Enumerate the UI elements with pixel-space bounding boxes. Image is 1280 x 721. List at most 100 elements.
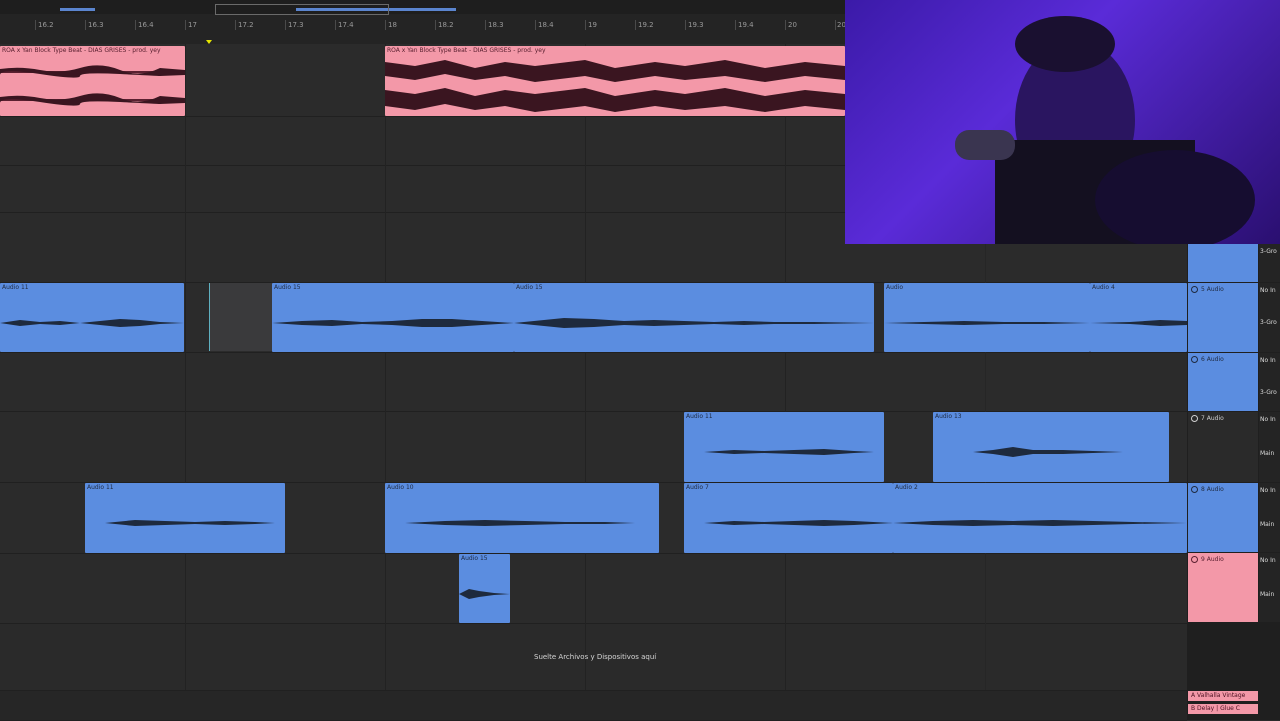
webcam-overlay <box>845 0 1280 244</box>
audio-clip[interactable]: Audio <box>884 283 1090 352</box>
tick-label: 18.3 <box>488 21 504 29</box>
tick-label: 19 <box>588 21 597 29</box>
track-headers: 3-Gro 5 Audio No In 3-Gro 6 Audio No In … <box>1187 244 1280 720</box>
audio-clip[interactable]: Audio 11 <box>85 483 285 553</box>
clip-name: Audio 13 <box>935 413 962 420</box>
arrangement-overview[interactable] <box>0 0 845 15</box>
audio-clip[interactable]: Audio 11 <box>684 412 884 482</box>
audio-clip[interactable]: Audio 7 <box>684 483 893 553</box>
tick-mark <box>685 20 686 30</box>
waveform <box>405 520 635 526</box>
tick-label: 16.4 <box>138 21 154 29</box>
track-name: 5 Audio <box>1191 286 1224 293</box>
grid-line <box>585 44 586 690</box>
time-selection <box>210 283 272 351</box>
overview-clip <box>60 8 95 11</box>
clip-name: Audio 11 <box>87 484 114 491</box>
audio-clip[interactable]: Audio 11 <box>0 283 184 352</box>
fold-icon[interactable] <box>1191 286 1198 293</box>
track-name: 7 Audio <box>1191 415 1224 422</box>
track-output[interactable]: Main <box>1260 450 1274 457</box>
tick-label: 19.3 <box>688 21 704 29</box>
fold-icon[interactable] <box>1191 356 1198 363</box>
track-io[interactable]: No In Main <box>1259 483 1280 552</box>
grid-line <box>785 44 786 690</box>
fold-icon[interactable] <box>1191 556 1198 563</box>
tick-mark <box>535 20 536 30</box>
clip-name: Audio 10 <box>387 484 414 491</box>
waveform <box>1090 320 1187 326</box>
track-output[interactable]: 3-Gro <box>1260 248 1277 255</box>
track-io[interactable]: No In 3-Gro <box>1259 353 1280 411</box>
clip-name: Audio 11 <box>686 413 713 420</box>
tick-mark <box>635 20 636 30</box>
audio-clip[interactable]: Audio 15 <box>272 283 514 352</box>
tick-label: 17.2 <box>238 21 254 29</box>
tick-mark <box>585 20 586 30</box>
track-input[interactable]: No In <box>1260 557 1276 564</box>
track-input[interactable]: No In <box>1260 416 1276 423</box>
track-io[interactable]: No In Main <box>1259 553 1280 622</box>
audio-clip[interactable]: Audio 10 <box>385 483 659 553</box>
tick-label: 19.2 <box>638 21 654 29</box>
tick-label: 19.4 <box>738 21 754 29</box>
waveform <box>385 60 845 112</box>
tick-mark <box>435 20 436 30</box>
track-output[interactable]: Main <box>1260 591 1274 598</box>
track-header-6[interactable]: 6 Audio <box>1188 353 1258 411</box>
track-io[interactable]: No In Main <box>1259 412 1280 482</box>
group-track-header[interactable] <box>1188 244 1258 282</box>
audio-clip[interactable]: Audio 2 <box>893 483 1187 553</box>
track-name-text: 5 Audio <box>1201 286 1224 293</box>
track-name-text: 8 Audio <box>1201 486 1224 493</box>
streamer-video <box>955 16 1255 244</box>
tick-label: 18.2 <box>438 21 454 29</box>
track-io[interactable]: No In 3-Gro <box>1259 283 1280 352</box>
audio-clip[interactable]: Audio 13 <box>933 412 1169 482</box>
return-track-b[interactable]: B Delay | Glue C <box>1188 704 1258 714</box>
tick-mark <box>235 20 236 30</box>
track-header-8[interactable]: 8 Audio <box>1188 483 1258 552</box>
track-output[interactable]: 3-Gro <box>1260 319 1277 326</box>
tick-mark <box>35 20 36 30</box>
track-header-5[interactable]: 5 Audio <box>1188 283 1258 352</box>
tick-mark <box>85 20 86 30</box>
waveform <box>459 589 510 599</box>
return-track-a[interactable]: A Valhalla Vintage <box>1188 691 1258 701</box>
tick-mark <box>835 20 836 30</box>
track-input[interactable]: No In <box>1260 487 1276 494</box>
track-name: 8 Audio <box>1191 486 1224 493</box>
fold-icon[interactable] <box>1191 486 1198 493</box>
playhead[interactable] <box>209 283 210 351</box>
clip-name: Audio 11 <box>2 284 29 291</box>
audio-clip[interactable]: Audio 15 <box>459 554 510 623</box>
waveform <box>704 520 893 526</box>
waveform <box>0 319 184 327</box>
track-name: 9 Audio <box>1191 556 1224 563</box>
audio-clip[interactable]: Audio 15 <box>514 283 874 352</box>
track-lane-6[interactable] <box>0 353 1187 412</box>
track-input[interactable]: No In <box>1260 287 1276 294</box>
grid-line <box>185 44 186 690</box>
clip-name: Audio 7 <box>686 484 709 491</box>
tick-label: 18 <box>388 21 397 29</box>
return-lanes[interactable] <box>0 691 1187 721</box>
waveform <box>893 520 1187 526</box>
track-header-7[interactable]: 7 Audio <box>1188 412 1258 482</box>
timeline-ruler[interactable]: 16.2 16.3 16.4 17 17.2 17.3 17.4 18 18.2… <box>0 0 846 45</box>
audio-clip[interactable]: ROA x Yan Block Type Beat - DIAS GRISES … <box>0 46 185 116</box>
tick-mark <box>735 20 736 30</box>
track-header-9[interactable]: 9 Audio <box>1188 553 1258 622</box>
clip-name: ROA x Yan Block Type Beat - DIAS GRISES … <box>2 47 161 54</box>
track-lane-9[interactable] <box>0 554 1187 624</box>
track-output[interactable]: 3-Gro <box>1260 389 1277 396</box>
track-output[interactable]: Main <box>1260 521 1274 528</box>
clip-name: Audio 15 <box>274 284 301 291</box>
grid-line <box>385 44 386 690</box>
audio-clip[interactable]: ROA x Yan Block Type Beat - DIAS GRISES … <box>385 46 845 116</box>
track-io[interactable]: 3-Gro <box>1259 244 1280 282</box>
fold-icon[interactable] <box>1191 415 1198 422</box>
overview-view-window[interactable] <box>215 4 389 15</box>
track-input[interactable]: No In <box>1260 357 1276 364</box>
audio-clip[interactable]: Audio 4 <box>1090 283 1187 352</box>
